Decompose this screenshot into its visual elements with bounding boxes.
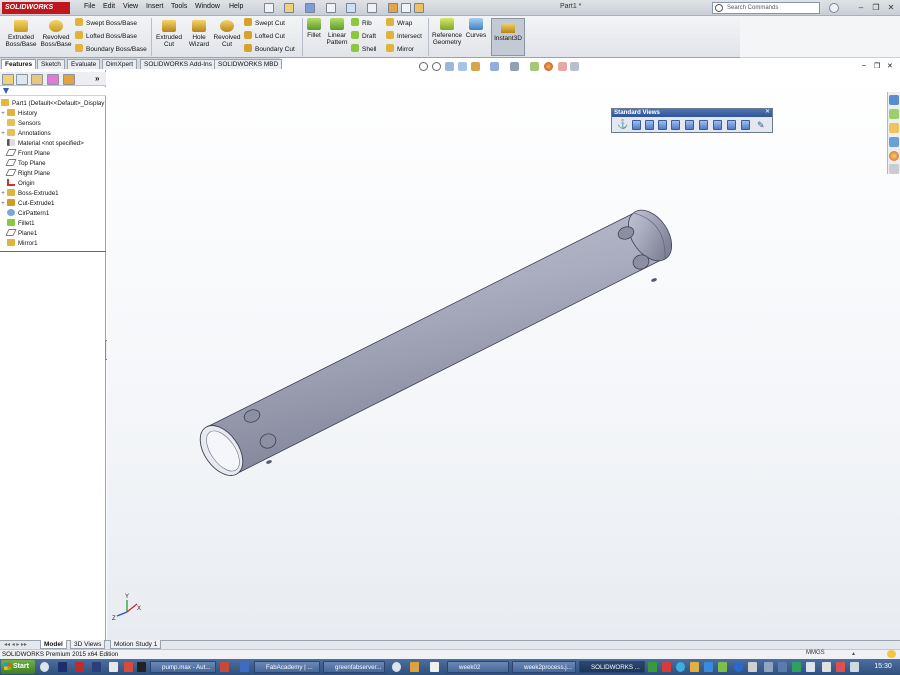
tab-motion-study[interactable]: Motion Study 1 — [110, 640, 162, 649]
tray-app-icon[interactable] — [778, 662, 787, 672]
3dsmax-icon[interactable] — [220, 662, 229, 672]
photoshop-icon[interactable] — [58, 662, 67, 672]
units-indicator[interactable]: MMGS — [806, 650, 825, 656]
triad-y-label: Y — [125, 594, 129, 600]
task-week2process[interactable]: week2process.j... — [512, 661, 576, 673]
tube-body[interactable] — [206, 202, 681, 475]
windows-logo-icon — [4, 663, 11, 670]
reference-triad — [116, 600, 138, 617]
app-icon[interactable] — [124, 662, 133, 672]
tab-scroll-arrows-icon[interactable]: ◂◂ ◂ ▸ ▸▸ — [4, 641, 27, 648]
triad-x-label: X — [137, 606, 141, 612]
volume-icon[interactable] — [850, 662, 859, 672]
chrome-icon[interactable] — [392, 662, 401, 672]
tray-app-icon[interactable] — [806, 662, 815, 672]
premiere-icon[interactable] — [92, 662, 101, 672]
task-pump-max[interactable]: pump.max - Aut... — [150, 661, 216, 673]
tray-app-icon[interactable] — [676, 662, 685, 672]
task-greenfabserver[interactable]: greenfabserver... — [323, 661, 385, 673]
tab-model[interactable]: Model — [40, 640, 67, 649]
task-week02[interactable]: week02 — [447, 661, 509, 673]
tray-app-icon[interactable] — [648, 662, 657, 672]
explorer-icon[interactable] — [109, 662, 118, 672]
tray-app-icon[interactable] — [718, 662, 727, 672]
folder-icon[interactable] — [410, 662, 419, 672]
tray-app-icon[interactable] — [764, 662, 773, 672]
status-bar: SOLIDWORKS Premium 2015 x64 Edition — [0, 649, 900, 659]
network-icon[interactable] — [822, 662, 831, 672]
rebuild-status-icon[interactable] — [887, 650, 896, 658]
tray-app-icon[interactable] — [734, 662, 743, 672]
app-icon[interactable] — [240, 662, 249, 672]
tray-app-icon[interactable] — [690, 662, 699, 672]
task-fabacademy[interactable]: FabAcademy | ... — [254, 661, 320, 673]
customize-status-icon[interactable]: ▴ — [852, 650, 855, 657]
tray-app-icon[interactable] — [662, 662, 671, 672]
task-solidworks[interactable]: SOLIDWORKS ... — [579, 661, 645, 673]
part-model[interactable]: Y X Z — [0, 0, 900, 675]
clock[interactable]: 15:30 — [866, 659, 900, 675]
tray-app-icon[interactable] — [704, 662, 713, 672]
tray-app-icon[interactable] — [792, 662, 801, 672]
terminal-icon[interactable] — [137, 662, 146, 672]
tab-3d-views[interactable]: 3D Views — [70, 640, 106, 649]
tray-app-icon[interactable] — [748, 662, 757, 672]
chrome-icon[interactable] — [40, 662, 49, 672]
acrobat-icon[interactable] — [75, 662, 84, 672]
triad-z-label: Z — [112, 616, 116, 622]
tray-app-icon[interactable] — [836, 662, 845, 672]
app-icon[interactable] — [430, 662, 439, 672]
